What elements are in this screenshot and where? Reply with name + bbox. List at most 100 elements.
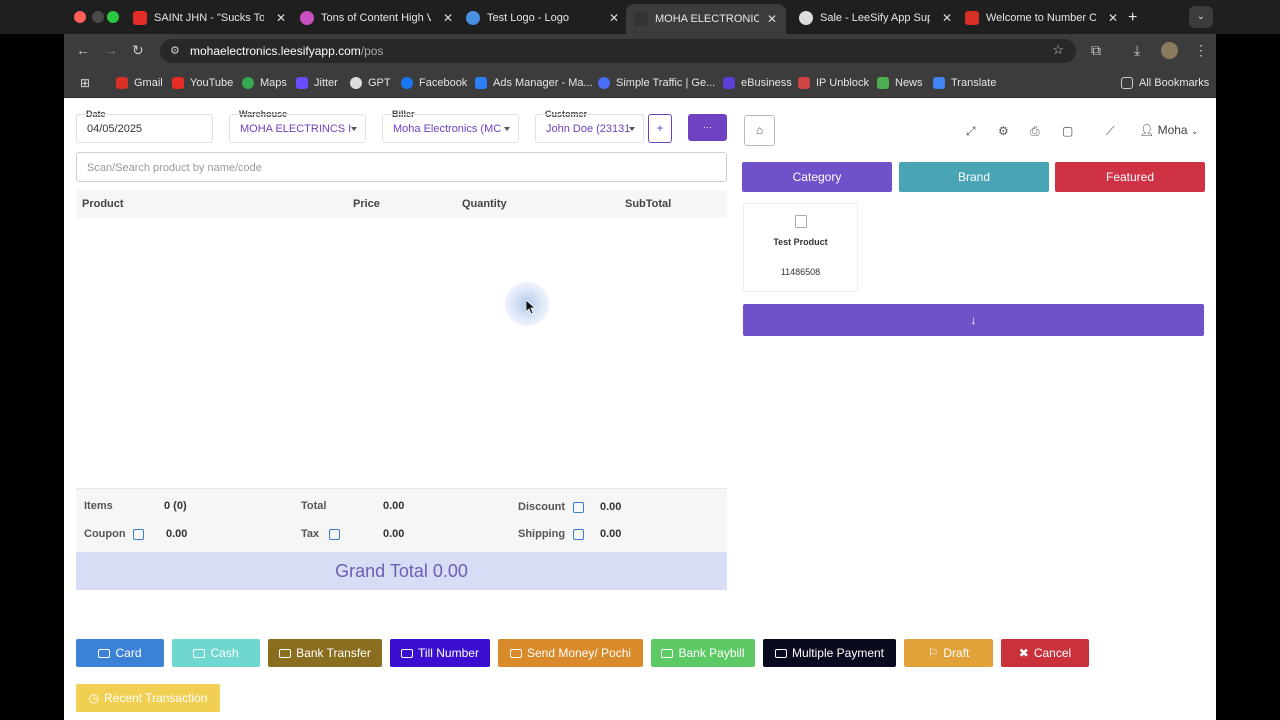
site-icon [466,11,480,25]
bookmark-translate[interactable]: Translate [933,77,996,89]
customer-select[interactable]: John Doe (23131 [535,114,644,143]
credit-card-icon [98,648,111,658]
browser-tab[interactable]: Test Logo - Logo ✕ [466,6,619,30]
browser-menu-icon[interactable]: ⋮ [1194,42,1208,59]
grand-total: Grand Total 0.00 [76,552,727,590]
product-search-input[interactable]: Scan/Search product by name/code [76,152,727,182]
edit-discount-icon[interactable] [573,502,584,513]
edit-tax-icon[interactable] [329,529,340,540]
multiple-payment-button[interactable]: Multiple Payment [763,639,896,667]
edit-shipping-icon[interactable] [573,529,584,540]
gmail-icon [965,11,979,25]
biller-select[interactable]: Moha Electronics (MC [382,114,519,143]
close-tab-icon[interactable]: ✕ [609,11,619,25]
close-window-icon[interactable] [74,11,86,23]
youtube-icon [133,11,147,25]
bookmark-facebook[interactable]: Facebook [401,77,467,89]
site-icon [798,77,810,89]
tab-title: Tons of Content High Vo [321,12,431,24]
address-bar[interactable]: ⚙ mohaelectronics.leesifyapp.com/pos ☆ [160,39,1076,63]
extensions-icon[interactable]: ⧉ [1091,42,1101,59]
close-tab-icon[interactable]: ✕ [767,12,777,26]
product-card[interactable]: Test Product 11486508 [743,203,858,292]
send-money-button[interactable]: Send Money/ Pochi [498,639,643,667]
settings-icon[interactable]: ⚙ [998,124,1009,138]
browser-tab-active[interactable]: MOHA ELECTRONICS LT ✕ [626,4,786,34]
edit-coupon-icon[interactable] [133,529,144,540]
tab-title: SAINt JHN - "Sucks To B [154,12,264,24]
user-menu[interactable]: 👤︎ Moha ⌄ [1139,123,1199,137]
more-options-button[interactable]: ··· [688,114,727,141]
bookmark-gmail[interactable]: Gmail [116,77,163,89]
home-button[interactable]: ⌂ [744,115,775,146]
bookmark-news[interactable]: News [877,77,923,89]
forward-icon[interactable]: → [104,42,118,58]
bookmark-ip-unblock[interactable]: IP Unblock [798,77,869,89]
product-code: 11486508 [780,267,821,277]
chevron-down-icon [351,127,357,131]
mouse-pointer-icon [526,300,536,314]
till-number-button[interactable]: Till Number [390,639,490,667]
column-quantity: Quantity [462,198,507,210]
category-filter-button[interactable]: Category [742,162,892,192]
shopping-bag-icon[interactable]: ▢ [1062,124,1073,138]
load-more-button[interactable]: ↓ [743,304,1204,336]
bookmark-youtube[interactable]: YouTube [172,77,233,89]
reload-icon[interactable]: ↻ [132,42,144,59]
pos-page: Date 04/05/2025 Warehouse MOHA ELECTRINC… [64,98,1216,720]
tab-title: Welcome to Number On [986,12,1096,24]
meta-icon [475,77,487,89]
bookmark-ads-manager[interactable]: Ads Manager - Ma... [475,77,593,89]
bookmark-star-icon[interactable]: ☆ [1052,42,1064,58]
draft-button[interactable]: ⚐ Draft [904,639,993,667]
bank-paybill-button[interactable]: Bank Paybill [651,639,755,667]
browser-tab[interactable]: SAINt JHN - "Sucks To B ✕ [133,6,286,30]
user-icon: 👤︎ [1139,123,1155,137]
site-icon [634,12,648,26]
bookmark-simple-traffic[interactable]: Simple Traffic | Ge... [598,77,715,89]
print-icon[interactable]: ⎙ [1030,124,1040,139]
browser-tab[interactable]: Sale - LeeSify App Supp ✕ [799,6,952,30]
new-tab-button[interactable]: + [1128,6,1137,30]
cancel-button[interactable]: ✖ Cancel [1001,639,1089,667]
add-customer-button[interactable]: + [648,114,672,143]
close-tab-icon[interactable]: ✕ [942,11,952,25]
close-tab-icon[interactable]: ✕ [443,11,453,25]
recent-transaction-button[interactable]: ◷ Recent Transaction [76,684,220,712]
brand-filter-button[interactable]: Brand [899,162,1049,192]
bookmark-maps[interactable]: Maps [242,77,287,89]
browser-tab[interactable]: Tons of Content High Vo ✕ [300,6,453,30]
apps-grid-icon[interactable]: ⊞ [80,76,90,90]
card-payment-button[interactable]: Card [76,639,164,667]
chart-line-icon[interactable]: ⟋ [1106,124,1114,139]
back-icon[interactable]: ← [76,42,90,58]
date-input[interactable]: 04/05/2025 [76,114,213,143]
featured-filter-button[interactable]: Featured [1055,162,1205,192]
product-name: Test Product [773,237,828,247]
bookmark-ebusiness[interactable]: eBusiness [723,77,792,89]
tax-label: Tax [301,528,320,540]
download-icon[interactable]: ⤓ [1134,42,1140,59]
globe-icon [799,11,813,25]
cash-payment-button[interactable]: Cash [172,639,260,667]
tab-search-icon[interactable]: ⌄ [1189,6,1213,28]
all-bookmarks[interactable]: All Bookmarks [1121,77,1209,89]
browser-tab[interactable]: Welcome to Number On ✕ [965,6,1118,30]
url-text: mohaelectronics.leesifyapp.com/pos [190,44,384,58]
bank-transfer-button[interactable]: Bank Transfer [268,639,382,667]
money-icon [509,648,522,658]
tab-title: MOHA ELECTRONICS LT [655,13,759,25]
site-info-icon[interactable]: ⚙ [170,44,180,57]
close-tab-icon[interactable]: ✕ [1108,11,1118,25]
close-tab-icon[interactable]: ✕ [276,11,286,25]
minimize-window-icon[interactable] [92,11,104,23]
items-value: 0 (0) [164,500,187,512]
fullscreen-icon[interactable]: ⤢ [966,124,976,139]
profile-avatar[interactable] [1161,42,1178,59]
column-price: Price [353,198,380,210]
bookmark-jitter[interactable]: Jitter [296,77,338,89]
maximize-window-icon[interactable] [107,11,119,23]
bookmark-gpt[interactable]: GPT [350,77,391,89]
maps-icon [242,77,254,89]
warehouse-select[interactable]: MOHA ELECTRINCS I [229,114,366,143]
